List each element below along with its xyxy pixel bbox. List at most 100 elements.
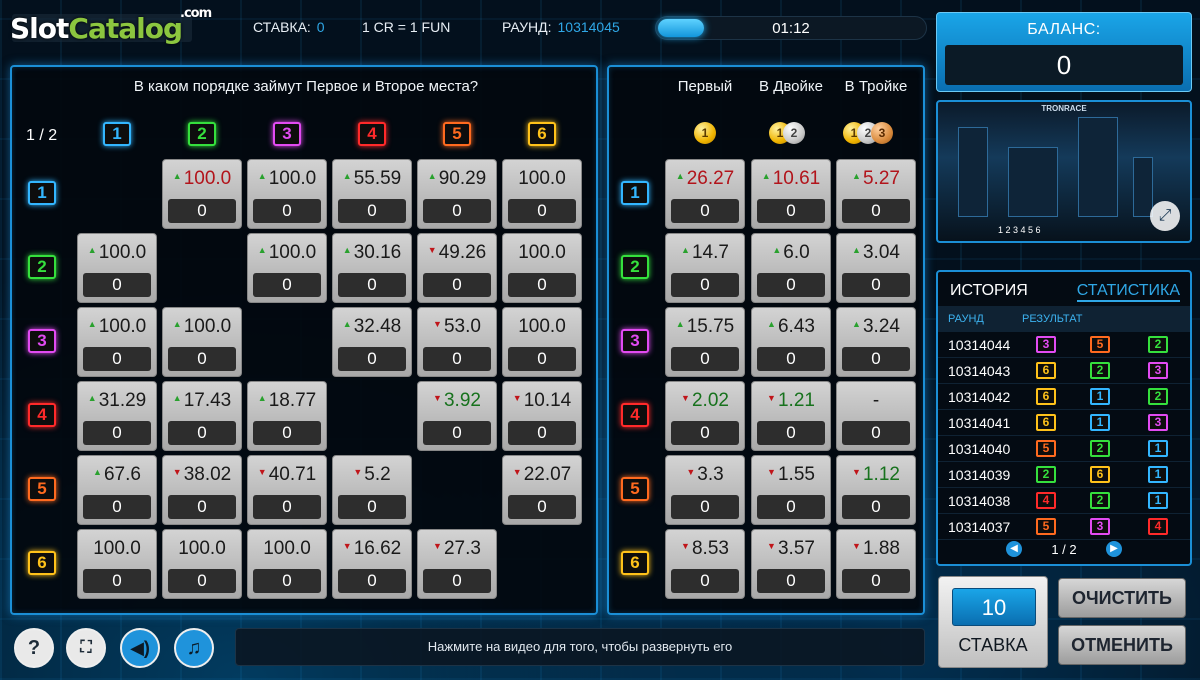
place-cell-3-0[interactable]: ▲ 15.75 0 [665, 307, 745, 377]
stake-amount[interactable]: 10 [952, 588, 1036, 626]
odds-cell-4-2[interactable]: ▲ 17.43 0 [162, 381, 242, 451]
odds-cell-2-1[interactable]: ▲ 100.0 0 [77, 233, 157, 303]
odds-cell-3-4[interactable]: ▲ 32.48 0 [332, 307, 412, 377]
place-cell-4-0[interactable]: ▼ 2.02 0 [665, 381, 745, 451]
music-icon[interactable]: ♫ [174, 628, 214, 668]
arrow-up-icon: ▲ [767, 319, 776, 329]
place-cell-6-0[interactable]: ▼ 8.53 0 [665, 529, 745, 599]
stake-label: СТАВКА: [253, 19, 311, 35]
cell-stake: 0 [168, 199, 236, 223]
cell-stake: 0 [423, 569, 491, 593]
odds-cell-5-3[interactable]: ▼ 40.71 0 [247, 455, 327, 525]
sound-icon[interactable]: ◀) [120, 628, 160, 668]
odds-cell-1-2[interactable]: ▲ 100.0 0 [162, 159, 242, 229]
history-pager: ◀ 1 / 2 ▶ [938, 540, 1190, 560]
place-cell-3-1[interactable]: ▲ 6.43 0 [751, 307, 831, 377]
tab-statistics[interactable]: СТАТИСТИКА [1076, 282, 1180, 302]
cell-stake: 0 [338, 273, 406, 297]
odds-cell-6-3[interactable]: 100.0 0 [247, 529, 327, 599]
history-round: 10314043 [948, 363, 1011, 379]
row-badge-6: 6 [621, 551, 649, 575]
odds-cell-2-4[interactable]: ▲ 30.16 0 [332, 233, 412, 303]
place-cell-5-1[interactable]: ▼ 1.55 0 [751, 455, 831, 525]
race-video[interactable]: TRONRACE 1 2 3 4 5 6 ⤢ [936, 100, 1192, 243]
col-header-2: В Тройке [844, 78, 908, 95]
cell-stake: 0 [168, 569, 236, 593]
place-cell-2-1[interactable]: ▲ 6.0 0 [751, 233, 831, 303]
odds-cell-1-6[interactable]: 100.0 0 [502, 159, 582, 229]
odds-value: ▼ 53.0 [433, 316, 481, 337]
balance-label: БАЛАНС: [1027, 21, 1101, 38]
place-cell-4-2[interactable]: -0 [836, 381, 916, 451]
arrow-up-icon: ▲ [342, 245, 352, 255]
tab-history[interactable]: ИСТОРИЯ [950, 282, 1028, 300]
place-cell-2-0[interactable]: ▲ 14.7 0 [665, 233, 745, 303]
logo-com: .com [180, 6, 212, 21]
odds-cell-3-2[interactable]: ▲ 100.0 0 [162, 307, 242, 377]
odds-cell-3-6[interactable]: 100.0 0 [502, 307, 582, 377]
col-badge-5: 5 [443, 122, 471, 146]
odds-cell-1-4[interactable]: ▲ 55.59 0 [332, 159, 412, 229]
arrow-up-icon: ▲ [675, 319, 685, 329]
prev-page-icon[interactable]: ◀ [1006, 541, 1022, 557]
cell-stake: 0 [253, 421, 321, 445]
odds-cell-4-3[interactable]: ▲ 18.77 0 [247, 381, 327, 451]
arrow-up-icon: ▲ [852, 319, 861, 329]
history-round: 10314040 [948, 441, 1011, 457]
place-cell-1-2[interactable]: ▲ 5.27 0 [836, 159, 916, 229]
odds-value: ▲ 100.0 [87, 242, 147, 263]
odds-cell-3-1[interactable]: ▲ 100.0 0 [77, 307, 157, 377]
arrow-down-icon: ▼ [852, 541, 861, 551]
result-badge: 3 [1036, 336, 1056, 353]
cancel-button[interactable]: ОТМЕНИТЬ [1058, 625, 1186, 665]
odds-cell-6-4[interactable]: ▼ 16.62 0 [332, 529, 412, 599]
balance-value: 0 [945, 45, 1183, 85]
cell-stake: 0 [671, 347, 739, 371]
odds-cell-1-3[interactable]: ▲ 100.0 0 [247, 159, 327, 229]
odds-value: ▲ 26.27 [675, 168, 735, 189]
place-cell-1-1[interactable]: ▲ 10.61 0 [751, 159, 831, 229]
odds-cell-6-5[interactable]: ▼ 27.3 0 [417, 529, 497, 599]
odds-cell-5-4[interactable]: ▼ 5.2 0 [332, 455, 412, 525]
odds-cell-5-2[interactable]: ▼ 38.02 0 [162, 455, 242, 525]
odds-cell-4-5[interactable]: ▼ 3.92 0 [417, 381, 497, 451]
odds-cell-5-1[interactable]: ▲ 67.6 0 [77, 455, 157, 525]
arrow-down-icon: ▼ [686, 467, 696, 477]
history-round: 10314041 [948, 415, 1011, 431]
place-cell-5-0[interactable]: ▼ 3.3 0 [665, 455, 745, 525]
arrow-up-icon: ▲ [257, 393, 267, 403]
place-cell-1-0[interactable]: ▲ 26.27 0 [665, 159, 745, 229]
result-badge: 2 [1090, 492, 1110, 509]
odds-cell-1-5[interactable]: ▲ 90.29 0 [417, 159, 497, 229]
fullscreen-icon[interactable]: ⛶ [66, 628, 106, 668]
clear-button[interactable]: ОЧИСТИТЬ [1058, 578, 1186, 618]
odds-value: ▼ 3.3 [686, 464, 724, 485]
odds-cell-6-1[interactable]: 100.0 0 [77, 529, 157, 599]
result-badge: 6 [1090, 466, 1110, 483]
place-cell-6-1[interactable]: ▼ 3.57 0 [751, 529, 831, 599]
cell-stake: 0 [671, 495, 739, 519]
odds-cell-2-5[interactable]: ▼ 49.26 0 [417, 233, 497, 303]
result-badge: 2 [1036, 466, 1056, 483]
place-cell-2-2[interactable]: ▲ 3.04 0 [836, 233, 916, 303]
place-panel: Первый В Двойке В Тройке 1 1 2 1 2 3 1 ▲ 26.27 0 ▲ 10.… [607, 65, 925, 615]
page-indicator[interactable]: 1 / 2 [26, 127, 57, 145]
place-cell-6-2[interactable]: ▼ 1.88 0 [836, 529, 916, 599]
place-cell-5-2[interactable]: ▼ 1.12 0 [836, 455, 916, 525]
expand-icon[interactable]: ⤢ [1150, 201, 1180, 231]
odds-cell-3-5[interactable]: ▼ 53.0 0 [417, 307, 497, 377]
odds-cell-2-6[interactable]: 100.0 0 [502, 233, 582, 303]
result-badge: 1 [1148, 492, 1168, 509]
place-cell-4-1[interactable]: ▼ 1.21 0 [751, 381, 831, 451]
cell-stake: 0 [83, 347, 151, 371]
odds-value: ▼ 22.07 [512, 464, 572, 485]
next-page-icon[interactable]: ▶ [1106, 541, 1122, 557]
odds-cell-2-3[interactable]: ▲ 100.0 0 [247, 233, 327, 303]
odds-cell-4-6[interactable]: ▼ 10.14 0 [502, 381, 582, 451]
odds-cell-4-1[interactable]: ▲ 31.29 0 [77, 381, 157, 451]
odds-cell-5-6[interactable]: ▼ 22.07 0 [502, 455, 582, 525]
stake-selector[interactable]: 10 СТАВКА [938, 576, 1048, 668]
odds-cell-6-2[interactable]: 100.0 0 [162, 529, 242, 599]
help-button[interactable]: ? [14, 628, 54, 668]
place-cell-3-2[interactable]: ▲ 3.24 0 [836, 307, 916, 377]
